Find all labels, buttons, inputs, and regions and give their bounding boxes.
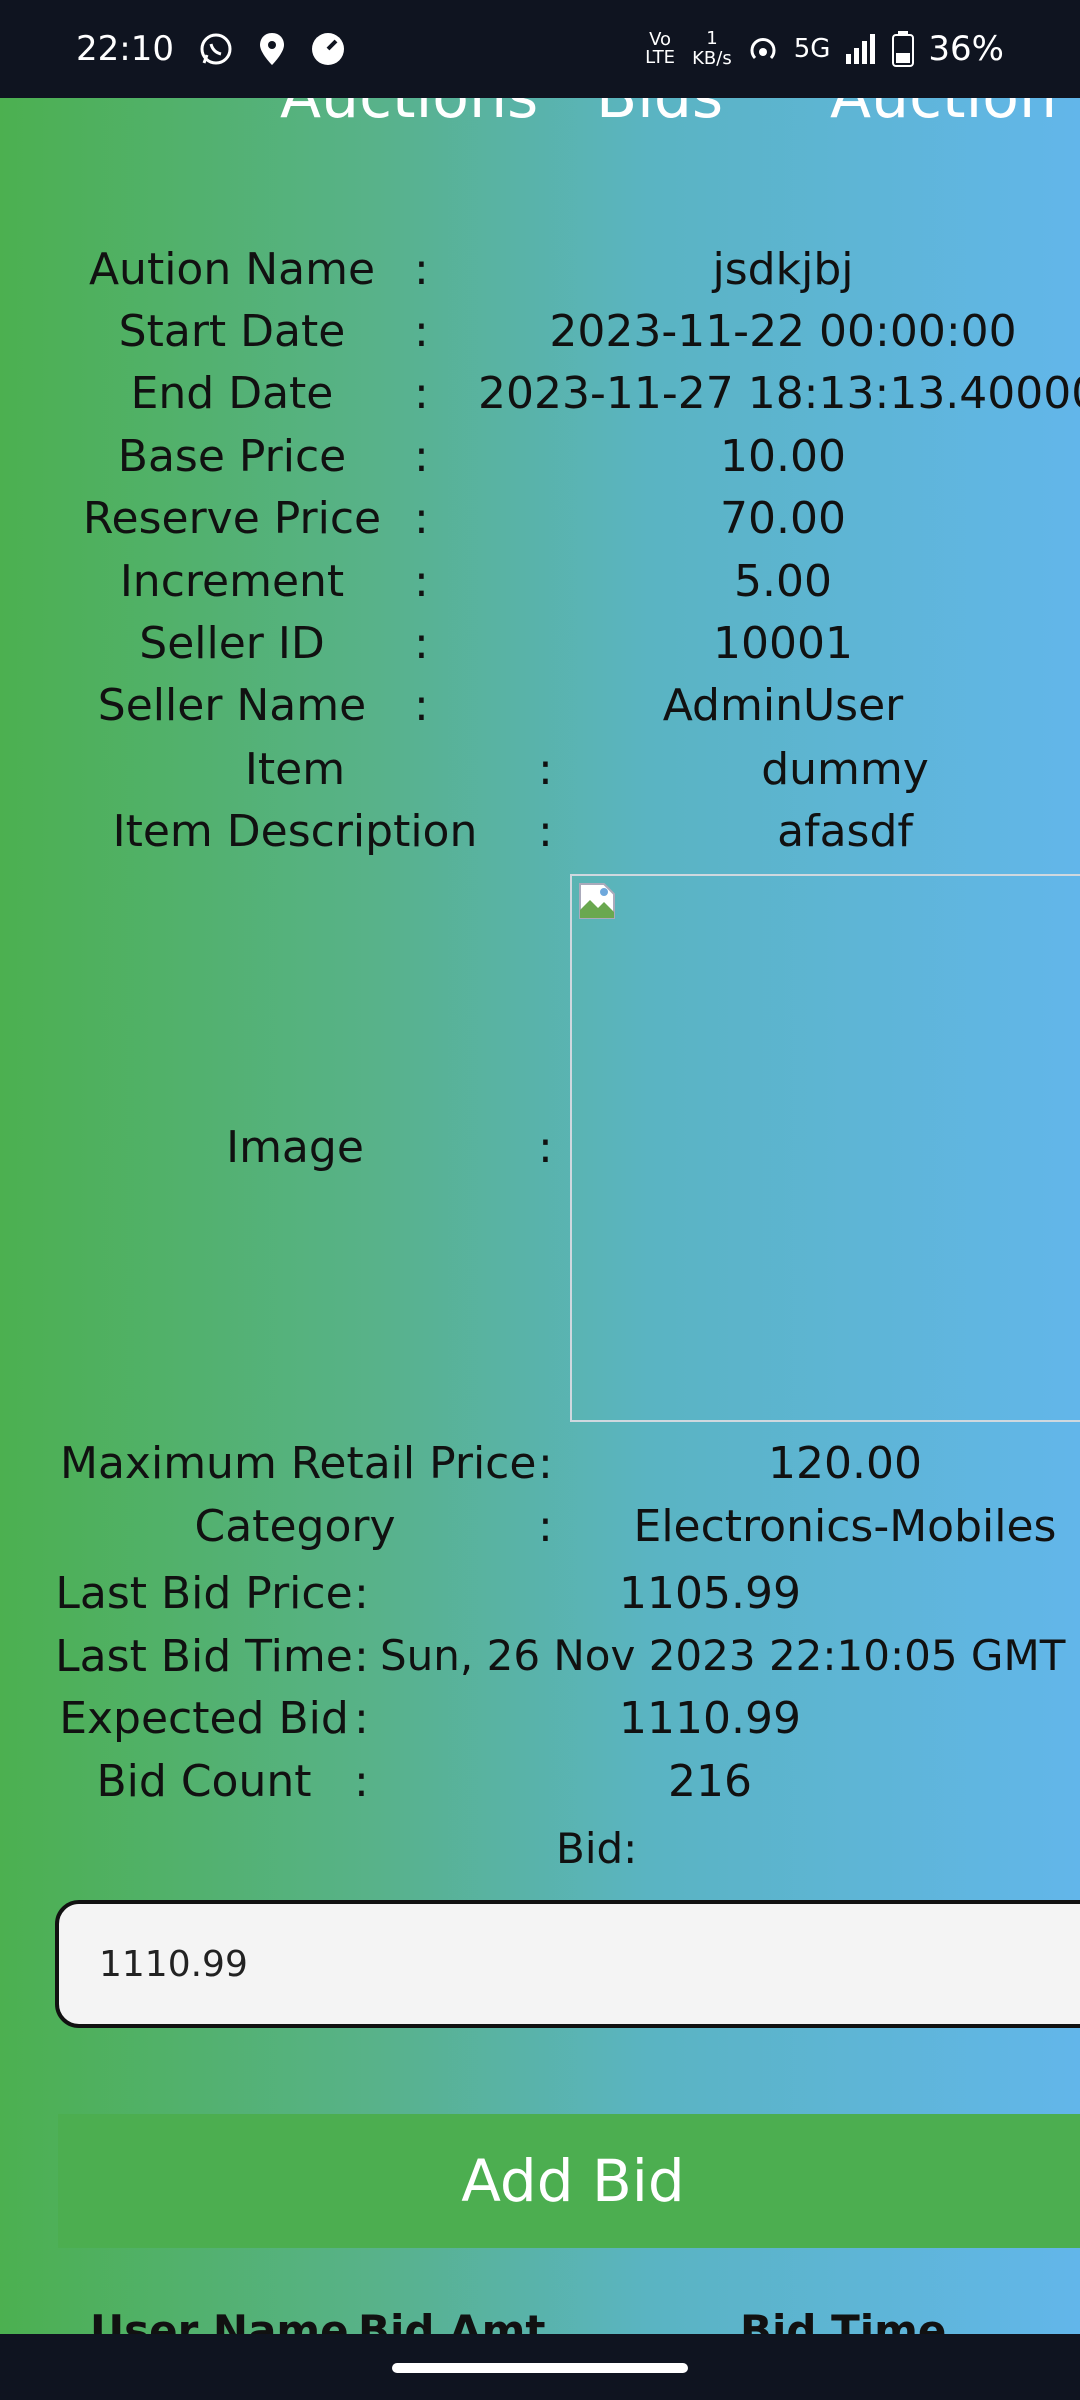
broken-image-icon: [579, 883, 615, 919]
detail-row-expected-bid: Expected Bid : 1110.99: [0, 1693, 1080, 1749]
detail-label: Reserve Price: [82, 493, 382, 544]
detail-value: 2023-11-27 18:13:13.400000: [478, 368, 1080, 419]
bid-amount-input[interactable]: 1110.99: [55, 1900, 1080, 2028]
detail-label: Aution Name: [88, 244, 376, 295]
detail-colon: :: [538, 744, 553, 795]
detail-row: Base Price: 10.00: [0, 431, 1080, 487]
detail-value: 120.00: [768, 1438, 922, 1489]
detail-row: Reserve Price: 70.00: [0, 493, 1080, 549]
detail-row-bid-count: Bid Count : 216: [0, 1756, 1080, 1812]
detail-row-last-bid-time: Last Bid Time : Sun, 26 Nov 2023 22:10:0…: [0, 1631, 1080, 1687]
detail-value: jsdkjbj: [712, 244, 854, 295]
auction-detail-page: Auctions Bids Auction Aution Name: jsdkjb…: [0, 98, 1080, 2334]
add-bid-button[interactable]: Add Bid: [58, 2114, 1080, 2248]
detail-value: 2023-11-22 00:00:00: [549, 306, 1017, 357]
location-icon: [259, 33, 284, 65]
detail-colon: :: [414, 493, 429, 544]
detail-label: Item Description: [112, 806, 478, 857]
detail-colon: :: [414, 306, 429, 357]
detail-row: Seller ID: 10001: [0, 618, 1080, 674]
bid-input-value: 1110.99: [99, 1943, 248, 1985]
detail-colon: :: [414, 680, 429, 731]
table-header-user-name: User Name: [90, 2306, 349, 2334]
detail-colon: :: [414, 556, 429, 607]
table-header-bid-time: Bid Time: [740, 2306, 947, 2334]
detail-label: Bid Count: [96, 1756, 312, 1807]
volte-indicator: Vo LTE: [645, 29, 676, 68]
detail-value: 10.00: [720, 431, 846, 482]
detail-colon: :: [538, 1122, 553, 1173]
detail-value: Electronics-Mobiles: [633, 1501, 1057, 1552]
battery-level: 36%: [928, 29, 1004, 69]
detail-value: 70.00: [720, 493, 846, 544]
detail-value: 5.00: [734, 556, 832, 607]
detail-label: Category: [194, 1501, 396, 1552]
detail-row-category: Category : Electronics-Mobiles: [0, 1501, 1080, 1557]
signal-icon: [846, 34, 876, 64]
nav-auctions[interactable]: Auctions: [280, 98, 538, 132]
top-nav: Auctions Bids Auction: [0, 98, 1080, 142]
detail-value: afasdf: [777, 806, 913, 857]
detail-colon: :: [354, 1568, 369, 1619]
detail-value: 1110.99: [619, 1693, 801, 1744]
home-gesture-handle[interactable]: [392, 2363, 688, 2373]
detail-colon: :: [354, 1693, 369, 1744]
detail-row: Start Date: 2023-11-22 00:00:00: [0, 306, 1080, 362]
detail-colon: :: [354, 1631, 369, 1682]
detail-label: Seller ID: [139, 618, 325, 669]
detail-row: Seller Name: AdminUser: [0, 680, 1080, 736]
detail-label: Increment: [119, 556, 345, 607]
detail-row: End Date:2023-11-27 18:13:13.400000: [0, 368, 1080, 424]
detail-label: Start Date: [118, 306, 346, 357]
detail-value: 216: [668, 1756, 752, 1807]
detail-value: 10001: [713, 618, 853, 669]
nav-auction[interactable]: Auction: [830, 98, 1057, 132]
nav-bids[interactable]: Bids: [596, 98, 723, 132]
detail-row: Aution Name: jsdkjbj: [0, 244, 1080, 300]
detail-colon: :: [538, 1438, 553, 1489]
detail-value: dummy: [761, 744, 929, 795]
detail-row-item: Item : dummy: [0, 744, 1080, 800]
status-time: 22:10: [76, 29, 174, 69]
whatsapp-icon: [200, 33, 232, 65]
detail-label: End Date: [130, 368, 334, 419]
detail-label: Last Bid Time: [55, 1631, 353, 1682]
bid-input-label: Bid:: [556, 1824, 638, 1873]
detail-colon: :: [538, 806, 553, 857]
detail-colon: :: [414, 244, 429, 295]
network-type: 5G: [793, 34, 831, 64]
table-header-bid-amt: Bid Amt: [358, 2306, 546, 2334]
net-speed: 1 KB/s: [692, 28, 732, 69]
clock-icon: [311, 33, 344, 65]
detail-value: AdminUser: [662, 680, 904, 731]
detail-label: Expected Bid: [59, 1693, 349, 1744]
hotspot-icon: [750, 38, 776, 60]
detail-value: Sun, 26 Nov 2023 22:10:05 GMT: [380, 1631, 1066, 1680]
detail-label: Maximum Retail Price: [60, 1438, 537, 1489]
detail-row-last-bid-price: Last Bid Price : 1105.99: [0, 1568, 1080, 1624]
system-nav-bar: [0, 2334, 1080, 2400]
detail-colon: :: [414, 368, 429, 419]
detail-row-mrp: Maximum Retail Price : 120.00: [0, 1438, 1080, 1494]
status-bar: 22:10 Vo LTE 1 KB/s 5G 36%: [0, 0, 1080, 98]
detail-row: Increment: 5.00: [0, 556, 1080, 612]
detail-colon: :: [414, 618, 429, 669]
detail-label: Seller Name: [97, 680, 367, 731]
detail-label: Item: [244, 744, 346, 795]
detail-colon: :: [414, 431, 429, 482]
detail-label: Image: [226, 1122, 364, 1173]
detail-row-item-description: Item Description : afasdf: [0, 806, 1080, 862]
detail-label: Last Bid Price: [55, 1568, 353, 1619]
battery-icon: [892, 31, 915, 67]
detail-label: Base Price: [117, 431, 347, 482]
detail-value: 1105.99: [619, 1568, 801, 1619]
detail-colon: :: [354, 1756, 369, 1807]
item-image: [570, 874, 1080, 1422]
detail-colon: :: [538, 1501, 553, 1552]
